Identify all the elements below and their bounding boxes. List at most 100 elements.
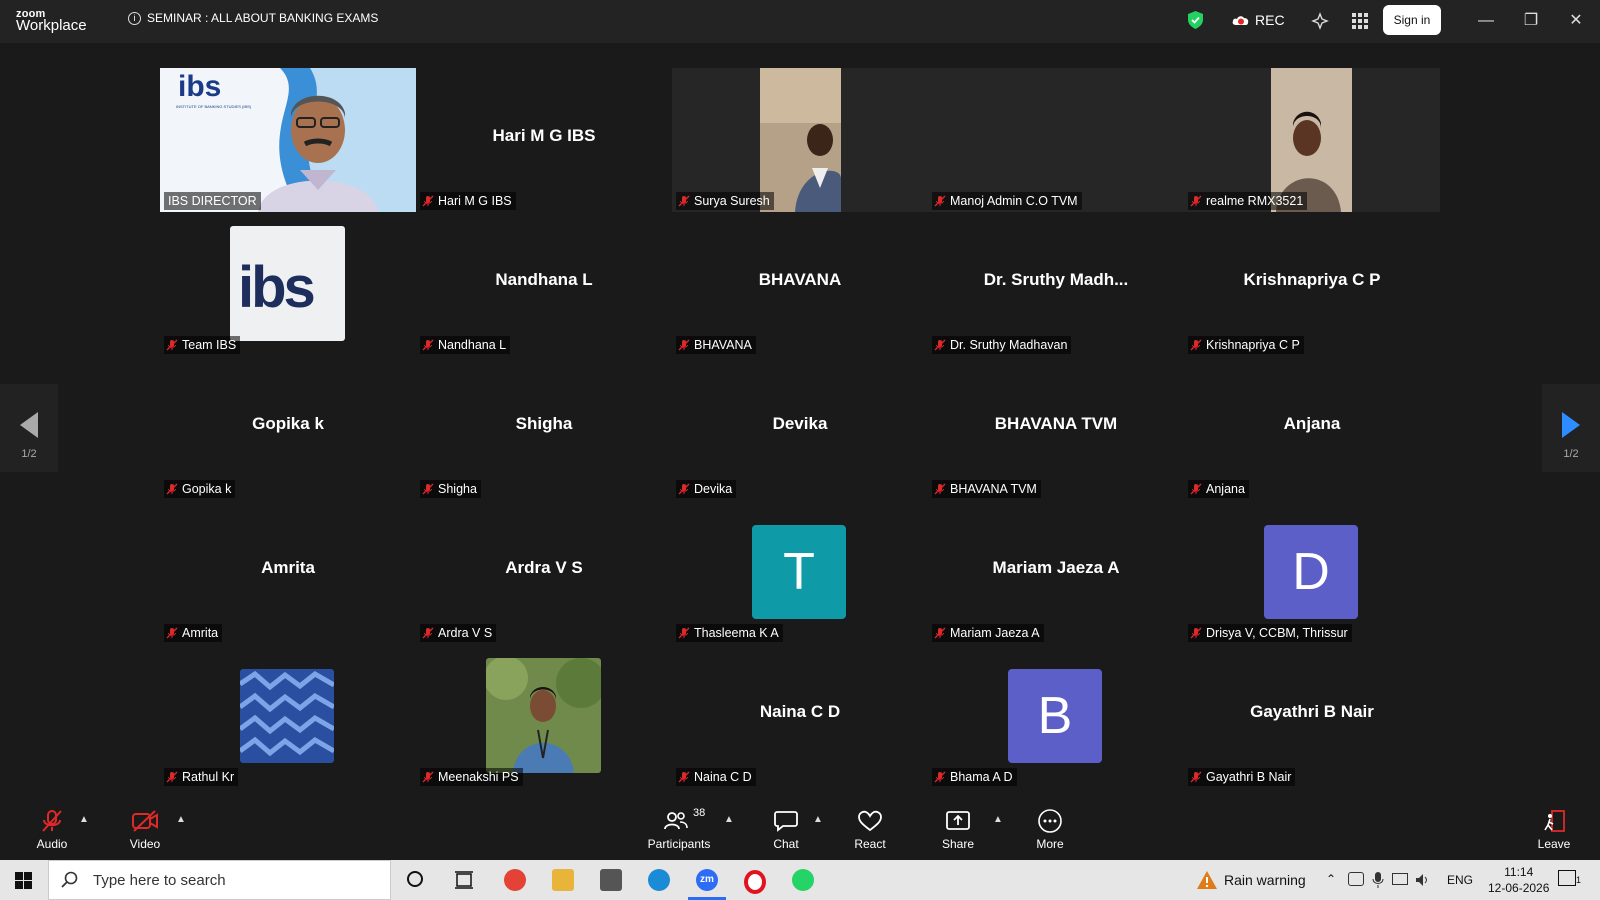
muted-mic-icon <box>1190 483 1202 495</box>
participant-tile[interactable]: ibs INSTITUTE OF BANKING STUDIES (IBS) I… <box>160 68 416 212</box>
participant-name-label: Krishnapriya C P <box>1188 336 1304 354</box>
participant-tile[interactable]: BHAVANA TVM BHAVANA TVM <box>928 356 1184 500</box>
participant-tile[interactable]: realme RMX3521 <box>1184 68 1440 212</box>
react-button[interactable]: React <box>852 809 888 851</box>
share-button[interactable]: Share <box>940 809 976 851</box>
apps-grid-icon[interactable] <box>1350 11 1370 31</box>
participant-tile[interactable]: Amrita Amrita <box>160 500 416 644</box>
speaker-icon[interactable] <box>1414 872 1430 888</box>
display-icon[interactable] <box>1392 873 1408 885</box>
sign-in-button[interactable]: Sign in <box>1383 5 1441 35</box>
cortana-icon[interactable] <box>407 871 423 887</box>
muted-mic-icon <box>934 627 946 639</box>
participant-tile[interactable]: Devika Devika <box>672 356 928 500</box>
recording-indicator[interactable]: REC <box>1232 12 1285 28</box>
participant-name-label: Nandhana L <box>420 336 511 354</box>
edge-icon[interactable] <box>648 869 670 891</box>
participant-name-label: Meenakshi PS <box>420 768 523 786</box>
participant-tile[interactable]: D Drisya V, CCBM, Thrissur <box>1184 500 1440 644</box>
meeting-title: SEMINAR : ALL ABOUT BANKING EXAMS <box>147 11 379 25</box>
avatar: B <box>1008 669 1102 763</box>
restore-icon[interactable]: ❐ <box>1520 10 1542 32</box>
participant-tile[interactable]: ibs Team IBS <box>160 212 416 356</box>
clock-time: 11:14 <box>1504 865 1534 879</box>
network-icon[interactable] <box>1348 872 1364 886</box>
participant-tile[interactable]: Ardra V S Ardra V S <box>416 500 672 644</box>
participant-tile[interactable]: Gayathri B Nair Gayathri B Nair <box>1184 644 1440 788</box>
participant-name-label: realme RMX3521 <box>1188 192 1308 210</box>
weather-widget[interactable]: Rain warning <box>1196 860 1306 900</box>
minimize-icon[interactable]: — <box>1475 10 1497 32</box>
participant-tile[interactable]: Gopika k Gopika k <box>160 356 416 500</box>
participant-tile[interactable]: Rathul Kr <box>160 644 416 788</box>
audio-options-chevron-icon[interactable]: ▲ <box>79 814 89 825</box>
muted-mic-icon <box>166 627 178 639</box>
participants-button[interactable]: 38 Participants <box>643 807 715 851</box>
participant-display-name: Mariam Jaeza A <box>992 558 1120 577</box>
participant-tile[interactable]: Shigha Shigha <box>416 356 672 500</box>
leave-button[interactable]: Leave <box>1536 809 1572 851</box>
task-view-icon[interactable] <box>454 871 474 889</box>
participant-tile[interactable]: Dr. Sruthy Madh... Dr. Sruthy Madhavan <box>928 212 1184 356</box>
participant-name: BHAVANA TVM <box>950 482 1037 496</box>
participant-tile[interactable]: BHAVANA BHAVANA <box>672 212 928 356</box>
video-button[interactable]: Video <box>126 809 164 851</box>
input-language[interactable]: ENG <box>1447 860 1473 900</box>
participant-name: Hari M G IBS <box>438 194 512 208</box>
participant-tile[interactable]: B Bhama A D <box>928 644 1184 788</box>
page-indicator-right: 1/2 <box>1563 448 1579 460</box>
participant-tile[interactable]: Anjana Anjana <box>1184 356 1440 500</box>
clock-date: 12-06-2026 <box>1488 881 1550 895</box>
microphone-icon[interactable] <box>1372 871 1384 889</box>
notification-count: 1 <box>1575 875 1581 885</box>
participants-icon <box>664 812 688 830</box>
participant-display-name: Krishnapriya C P <box>1243 270 1381 289</box>
ibs-avatar-logo: ibs <box>238 255 316 320</box>
next-page-button[interactable]: 1/2 <box>1542 384 1600 472</box>
previous-page-button[interactable]: 1/2 <box>0 384 58 472</box>
participant-tile[interactable]: Nandhana L Nandhana L <box>416 212 672 356</box>
participant-tile[interactable]: Hari M G IBS Hari M G IBS <box>416 68 672 212</box>
chat-options-chevron-icon[interactable]: ▲ <box>813 814 823 825</box>
participant-name: Team IBS <box>182 338 237 352</box>
opera-icon[interactable] <box>744 870 766 894</box>
participant-tile[interactable]: Surya Suresh <box>672 68 928 212</box>
file-explorer-icon[interactable] <box>552 869 574 891</box>
video-options-chevron-icon[interactable]: ▲ <box>176 814 186 825</box>
notifications-icon[interactable]: 1 <box>1558 870 1581 886</box>
participant-display-name: BHAVANA TVM <box>994 414 1118 433</box>
ai-companion-icon[interactable] <box>1310 11 1330 31</box>
close-icon[interactable]: ✕ <box>1565 10 1587 32</box>
meeting-info[interactable]: i SEMINAR : ALL ABOUT BANKING EXAMS <box>128 11 378 25</box>
share-options-chevron-icon[interactable]: ▲ <box>993 814 1003 825</box>
whatsapp-icon[interactable] <box>792 869 814 891</box>
participant-name-label: Shigha <box>420 480 481 498</box>
participant-name-label: BHAVANA TVM <box>932 480 1041 498</box>
zoom-app-icon[interactable]: zm <box>696 869 718 891</box>
participant-tile[interactable]: Mariam Jaeza A Mariam Jaeza A <box>928 500 1184 644</box>
more-button[interactable]: More <box>1032 809 1068 851</box>
participants-count: 38 <box>693 807 706 819</box>
participants-options-chevron-icon[interactable]: ▲ <box>724 814 734 825</box>
clock[interactable]: 11:14 12-06-2026 <box>1488 864 1549 896</box>
info-icon[interactable]: i <box>128 11 141 25</box>
profile-picture: ibs <box>230 226 345 341</box>
participant-tile[interactable]: Manoj Admin C.O TVM <box>928 68 1184 212</box>
chat-button[interactable]: Chat <box>770 809 802 851</box>
mail-icon[interactable] <box>600 869 622 891</box>
show-hidden-icons-chevron-icon[interactable]: ⌃ <box>1326 872 1336 886</box>
windows-start-icon[interactable] <box>15 872 32 889</box>
realme-video-image <box>1271 68 1352 212</box>
audio-button[interactable]: Audio <box>34 809 70 851</box>
participant-tile[interactable]: T Thasleema K A <box>672 500 928 644</box>
muted-mic-icon <box>934 195 946 207</box>
participant-tile[interactable]: Krishnapriya C P Krishnapriya C P <box>1184 212 1440 356</box>
participant-tile[interactable]: Meenakshi PS <box>416 644 672 788</box>
taskbar-search-box[interactable]: Type here to search <box>48 860 391 900</box>
participant-name: Bhama A D <box>950 770 1013 784</box>
muted-mic-icon <box>678 771 690 783</box>
chrome-icon[interactable] <box>504 869 526 891</box>
encryption-shield-icon[interactable] <box>1188 11 1203 29</box>
participant-tile[interactable]: Naina C D Naina C D <box>672 644 928 788</box>
muted-mic-icon <box>166 771 178 783</box>
